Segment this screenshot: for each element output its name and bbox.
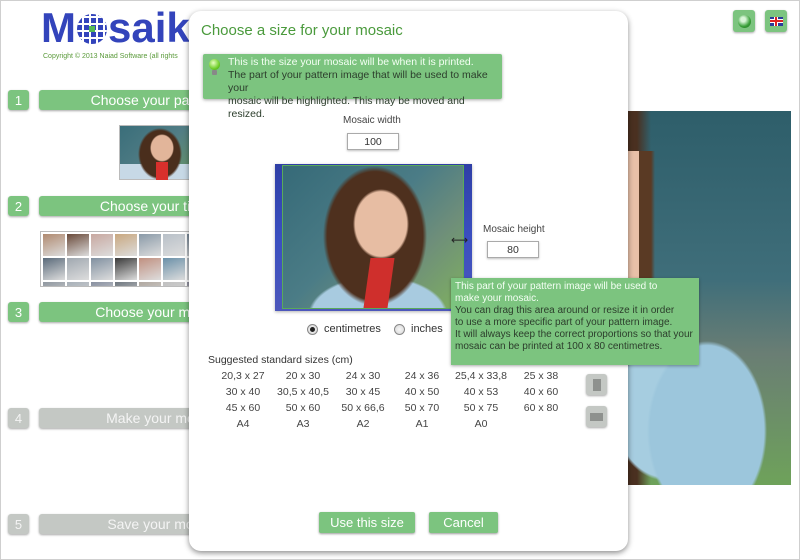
step-1-button[interactable]: Choose your pattern [39, 90, 209, 110]
copyright-text: Copyright © 2013 Naiad Software (all rig… [43, 53, 178, 60]
step-2-number: 2 [8, 196, 29, 216]
portrait-button[interactable] [586, 374, 607, 395]
unit-label: inches [411, 323, 443, 335]
landscape-button[interactable] [586, 406, 607, 427]
mosaic-o-icon [77, 14, 107, 44]
dialog-title: Choose a size for your mosaic [201, 22, 403, 39]
resize-horizontal-icon[interactable]: ⟷ [451, 233, 468, 247]
unit-centimetres-option[interactable]: centimetres [307, 323, 381, 335]
tile-thumbnail [43, 282, 65, 286]
size-option[interactable]: A4 [213, 418, 273, 434]
size-option[interactable]: 45 x 60 [213, 402, 273, 418]
use-this-size-button[interactable]: Use this size [319, 512, 415, 533]
step-3-button[interactable]: Choose your mosa [39, 302, 209, 322]
size-option[interactable]: 50 x 75 [451, 402, 511, 418]
size-option[interactable]: 25,4 x 33,8 [451, 370, 511, 386]
size-option[interactable]: 20,3 x 27 [213, 370, 273, 386]
tile-thumbnail [163, 234, 185, 256]
tile-thumbnail [115, 282, 137, 286]
size-option [511, 418, 571, 434]
globe-icon [737, 14, 751, 28]
unit-inches-option[interactable]: inches [394, 323, 443, 335]
tooltip-line: This part of your pattern image will be … [455, 281, 658, 292]
tile-thumbnail [67, 282, 89, 286]
tile-thumbnail [91, 282, 113, 286]
size-option[interactable]: 20 x 30 [273, 370, 333, 386]
tile-thumbnail [163, 282, 185, 286]
pattern-thumbnail[interactable] [119, 125, 199, 180]
size-option[interactable]: 50 x 70 [393, 402, 451, 418]
lightbulb-icon [209, 59, 220, 75]
size-option[interactable]: 50 x 66,6 [333, 402, 393, 418]
tile-thumbnail [91, 258, 113, 280]
info-line: The part of your pattern image that will… [228, 69, 488, 94]
size-option[interactable]: 40 x 50 [393, 386, 451, 402]
tile-thumbnail [163, 258, 185, 280]
logo-suffix: saik [108, 4, 190, 51]
tooltip-line: make your mosaic. [455, 293, 539, 304]
size-option[interactable]: 25 x 38 [511, 370, 571, 386]
tile-thumbnail [139, 258, 161, 280]
tooltip-line: mosaic can be printed at 100 x 80 centim… [455, 341, 663, 352]
crop-area[interactable] [275, 164, 472, 311]
size-option[interactable]: 60 x 80 [511, 402, 571, 418]
size-option[interactable]: 30,5 x 40,5 [273, 386, 333, 402]
portrait-icon [592, 378, 601, 391]
size-dialog: Choose a size for your mosaic This is th… [189, 11, 699, 551]
crop-tooltip: This part of your pattern image will be … [451, 278, 699, 365]
tile-thumbnail [43, 258, 65, 280]
radio-checked-icon[interactable] [307, 323, 318, 335]
mosaic-width-label: Mosaic width [343, 115, 401, 126]
website-button[interactable] [733, 10, 755, 32]
tile-thumbnail [139, 234, 161, 256]
size-option[interactable]: A0 [451, 418, 511, 434]
size-option[interactable]: A2 [333, 418, 393, 434]
crop-selection[interactable] [282, 165, 464, 309]
step-1-number: 1 [8, 90, 29, 110]
tooltip-line: It will always keep the correct proporti… [455, 329, 693, 340]
size-option[interactable]: 40 x 60 [511, 386, 571, 402]
step-5-button[interactable]: Save your mos [39, 514, 209, 534]
size-option[interactable]: 24 x 36 [393, 370, 451, 386]
tile-thumbnail [115, 234, 137, 256]
mosaic-height-input[interactable] [487, 241, 539, 258]
size-option[interactable]: 50 x 60 [273, 402, 333, 418]
step-5-number: 5 [8, 514, 29, 534]
tile-thumbnail [43, 234, 65, 256]
landscape-icon [590, 412, 603, 421]
step-2-button[interactable]: Choose your tile i [39, 196, 209, 216]
radio-unchecked-icon[interactable] [394, 323, 405, 335]
logo: MsaikP [41, 5, 204, 58]
cancel-button[interactable]: Cancel [429, 512, 498, 533]
language-button[interactable] [765, 10, 787, 32]
tooltip-line: to use a more specific part of your patt… [455, 317, 673, 328]
size-option[interactable]: A3 [273, 418, 333, 434]
step-4-button[interactable]: Make your mos [39, 408, 209, 428]
sizes-grid: 20,3 x 27 20 x 30 24 x 30 24 x 36 25,4 x 33,… [213, 370, 571, 434]
mosaic-height-label: Mosaic height [483, 224, 545, 235]
app-window: MsaikP Copyright © 2013 Naiad Software (… [0, 0, 800, 560]
size-option[interactable]: 40 x 53 [451, 386, 511, 402]
size-option[interactable]: 30 x 45 [333, 386, 393, 402]
tile-thumbnail [115, 258, 137, 280]
info-line: This is the size your mosaic will be whe… [228, 56, 474, 68]
info-box: This is the size your mosaic will be whe… [203, 54, 502, 120]
tile-thumbnail [91, 234, 113, 256]
tile-images-strip[interactable] [40, 231, 200, 287]
size-option[interactable]: 30 x 40 [213, 386, 273, 402]
step-4-number: 4 [8, 408, 29, 428]
tile-thumbnail [67, 258, 89, 280]
size-option[interactable]: A1 [393, 418, 451, 434]
size-option[interactable]: 24 x 30 [333, 370, 393, 386]
tooltip-line: You can drag this area around or resize … [455, 305, 675, 316]
tile-thumbnail [67, 234, 89, 256]
tile-thumbnail [139, 282, 161, 286]
unit-label: centimetres [324, 323, 381, 335]
step-3-number: 3 [8, 302, 29, 322]
sizes-title: Suggested standard sizes (cm) [208, 354, 353, 366]
logo-prefix: M [41, 4, 76, 51]
mosaic-width-input[interactable] [347, 133, 399, 150]
uk-flag-icon [769, 16, 783, 26]
